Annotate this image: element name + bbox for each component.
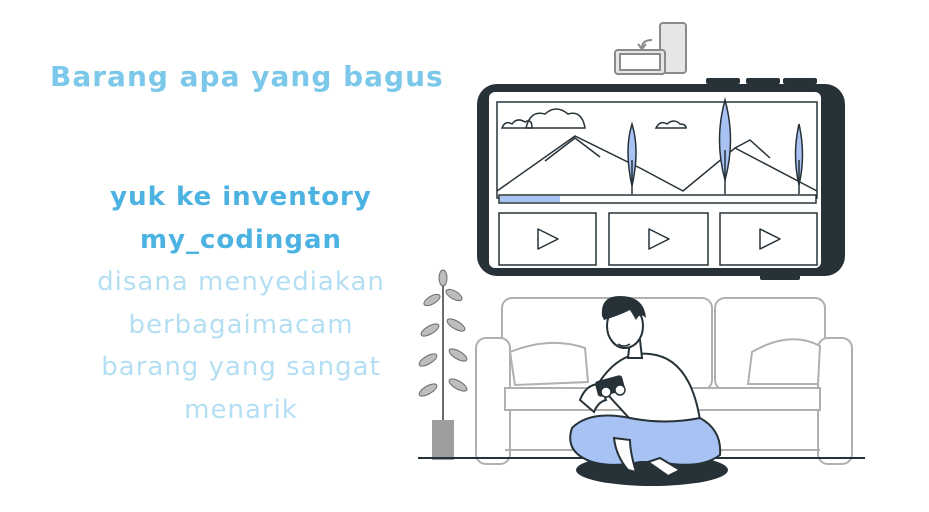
progress-bar	[498, 194, 817, 204]
promo-line-1: yuk ke inventory	[110, 182, 372, 212]
illustration	[418, 22, 865, 486]
promo-line-2-link[interactable]: my_codingan	[60, 219, 422, 262]
promo-text: yuk ke inventory my_codingan disana meny…	[60, 176, 422, 431]
promo-line-3: disana menyediakan	[97, 267, 385, 297]
promo-line-4: berbagaimacam	[128, 309, 354, 340]
rotate-device-icon	[614, 22, 687, 75]
video-preview	[496, 97, 818, 199]
promo-line-6: menarik	[184, 394, 298, 425]
page-title: Barang apa yang bagus	[50, 60, 444, 93]
video-thumbnails	[498, 212, 818, 266]
promo-line-5: barang yang sangat	[101, 352, 381, 382]
plant	[418, 269, 468, 460]
